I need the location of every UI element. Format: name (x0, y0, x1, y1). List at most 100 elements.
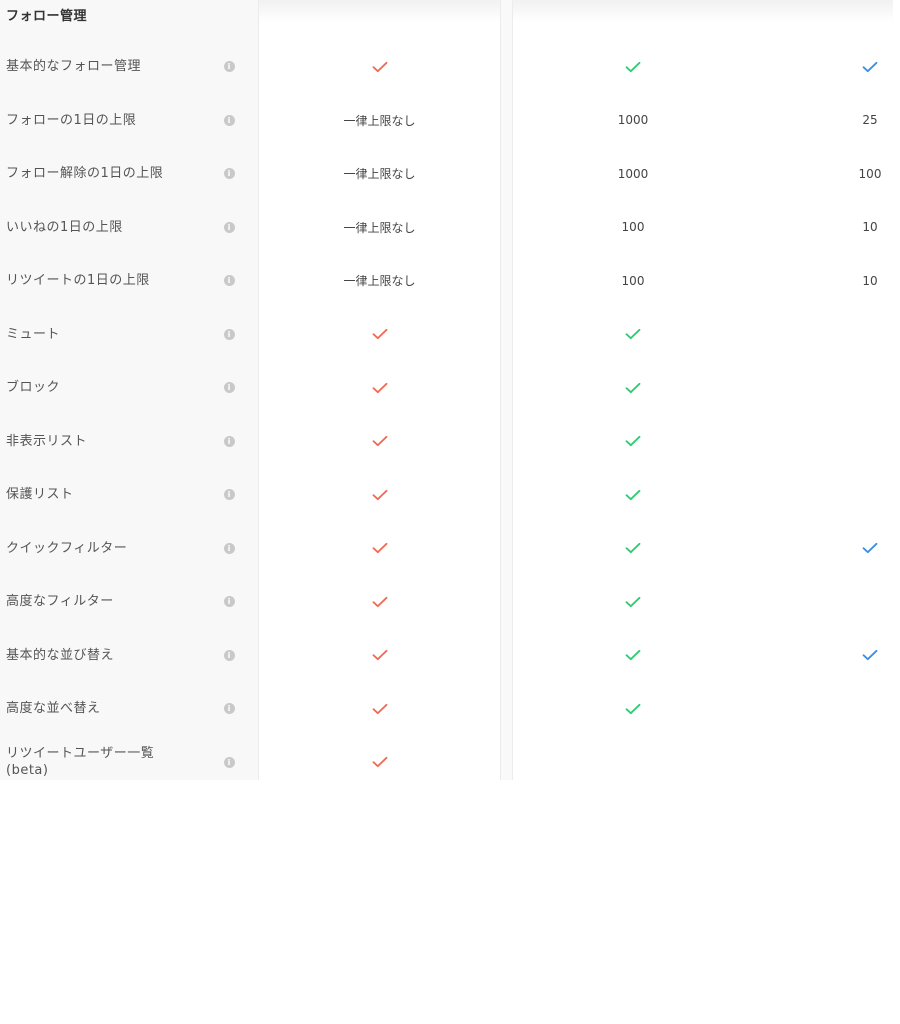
feature-label: ミュート (6, 326, 61, 342)
check-icon (625, 61, 641, 72)
info-icon[interactable]: i (223, 489, 235, 500)
check-icon (372, 382, 387, 393)
table-row: 保護リスト i (0, 468, 900, 521)
info-icon[interactable]: i (223, 168, 235, 179)
info-icon-cell[interactable]: i (222, 575, 236, 628)
plan3-cell: 100 (840, 147, 900, 200)
plan3-cell (840, 736, 900, 789)
plan3-value: 10 (862, 273, 878, 288)
plan1-value: 一律上限なし (343, 220, 416, 235)
info-icon-cell[interactable]: i (222, 736, 236, 789)
check-icon (625, 382, 641, 393)
info-icon-cell[interactable]: i (222, 254, 236, 307)
check-icon (625, 328, 641, 340)
plan3-value: 25 (862, 113, 878, 127)
check-icon (372, 703, 387, 714)
info-icon-cell[interactable]: i (222, 682, 236, 735)
plan2-cell (513, 629, 753, 682)
table-row: 基本的な並び替え i (0, 629, 900, 682)
plan2-cell (513, 736, 753, 789)
info-icon-cell[interactable]: i (222, 629, 236, 682)
feature-label: 非表示リスト (6, 433, 88, 449)
plan1-value: 一律上限なし (343, 113, 416, 128)
info-icon[interactable]: i (223, 649, 235, 661)
info-icon-cell[interactable]: i (222, 147, 236, 200)
comparison-table: フォロー管理 基本的なフォロー管理 i フォローの1日の上限 i 一律上限なし 1000 2… (0, 0, 900, 780)
plan2-cell (513, 361, 753, 414)
plan3-cell (840, 40, 900, 93)
plan2-value: 100 (621, 220, 645, 234)
plan2-cell (513, 308, 753, 361)
plan2-cell: 1000 (513, 147, 753, 200)
plan1-cell: 一律上限なし (259, 254, 500, 307)
check-icon (625, 703, 641, 714)
check-icon (625, 489, 641, 500)
info-icon-cell[interactable]: i (222, 201, 236, 254)
info-icon-cell[interactable]: i (222, 40, 236, 93)
info-icon-cell[interactable]: i (222, 361, 236, 414)
check-icon (372, 542, 387, 554)
info-icon[interactable]: i (223, 435, 235, 447)
info-icon[interactable]: i (223, 542, 235, 554)
plan3-cell: 25 (840, 94, 900, 147)
info-icon[interactable]: i (223, 596, 235, 607)
info-icon-cell[interactable]: i (222, 308, 236, 361)
plan2-header-shadow (513, 0, 893, 22)
check-icon (862, 61, 878, 72)
plan1-cell: 一律上限なし (259, 147, 500, 200)
plan1-cell (259, 575, 500, 628)
info-icon[interactable]: i (223, 114, 235, 126)
info-icon-cell[interactable]: i (222, 415, 236, 468)
feature-label: 高度なフィルター (6, 594, 114, 609)
plan3-cell (840, 522, 900, 575)
info-icon-cell[interactable]: i (222, 468, 236, 521)
plan1-value: 一律上限なし (343, 167, 416, 181)
plan1-header-shadow (259, 0, 500, 22)
info-icon[interactable]: i (223, 61, 235, 72)
info-icon[interactable]: i (223, 756, 235, 768)
plan3-cell: 10 (840, 254, 900, 307)
plan3-cell (840, 415, 900, 468)
plan2-cell (513, 682, 753, 735)
section-title: フォロー管理 (6, 9, 88, 24)
info-icon[interactable]: i (223, 275, 235, 286)
info-icon-cell[interactable]: i (222, 522, 236, 575)
plan3-value: 10 (862, 220, 878, 234)
feature-label: 保護リスト (6, 487, 74, 502)
check-icon (625, 542, 641, 554)
plan1-cell (259, 629, 500, 682)
check-icon (372, 489, 387, 500)
table-row: いいねの1日の上限 i 一律上限なし 100 10 (0, 201, 900, 254)
check-icon (862, 542, 878, 554)
table-row: リツイートの1日の上限 i 一律上限なし 100 10 (0, 254, 900, 307)
plan1-cell (259, 308, 500, 361)
check-icon (862, 649, 878, 661)
table-row: リツイートユーザー一覧 (beta) i (0, 736, 900, 789)
plan2-value: 1000 (617, 166, 649, 181)
table-row: クイックフィルター i (0, 522, 900, 575)
feature-label: リツイートの1日の上限 (6, 273, 150, 288)
plan1-value: 一律上限なし (343, 274, 416, 288)
info-icon[interactable]: i (223, 328, 235, 340)
plan3-cell (840, 361, 900, 414)
feature-label: クイックフィルター (6, 540, 128, 556)
plan3-cell (840, 629, 900, 682)
plan3-cell (840, 575, 900, 628)
plan2-cell (513, 468, 753, 521)
check-icon (625, 649, 641, 661)
check-icon (372, 61, 387, 72)
plan1-cell (259, 415, 500, 468)
plan1-cell (259, 736, 500, 789)
plan1-cell (259, 682, 500, 735)
info-icon[interactable]: i (223, 703, 235, 714)
plan3-cell (840, 308, 900, 361)
plan2-cell (513, 575, 753, 628)
check-icon (372, 756, 387, 768)
info-icon[interactable]: i (223, 382, 235, 393)
feature-label: いいねの1日の上限 (6, 219, 123, 235)
table-row: フォローの1日の上限 i 一律上限なし 1000 25 (0, 94, 900, 147)
check-icon (625, 596, 641, 607)
plan3-cell: 10 (840, 201, 900, 254)
info-icon-cell[interactable]: i (222, 94, 236, 147)
info-icon[interactable]: i (223, 221, 235, 233)
